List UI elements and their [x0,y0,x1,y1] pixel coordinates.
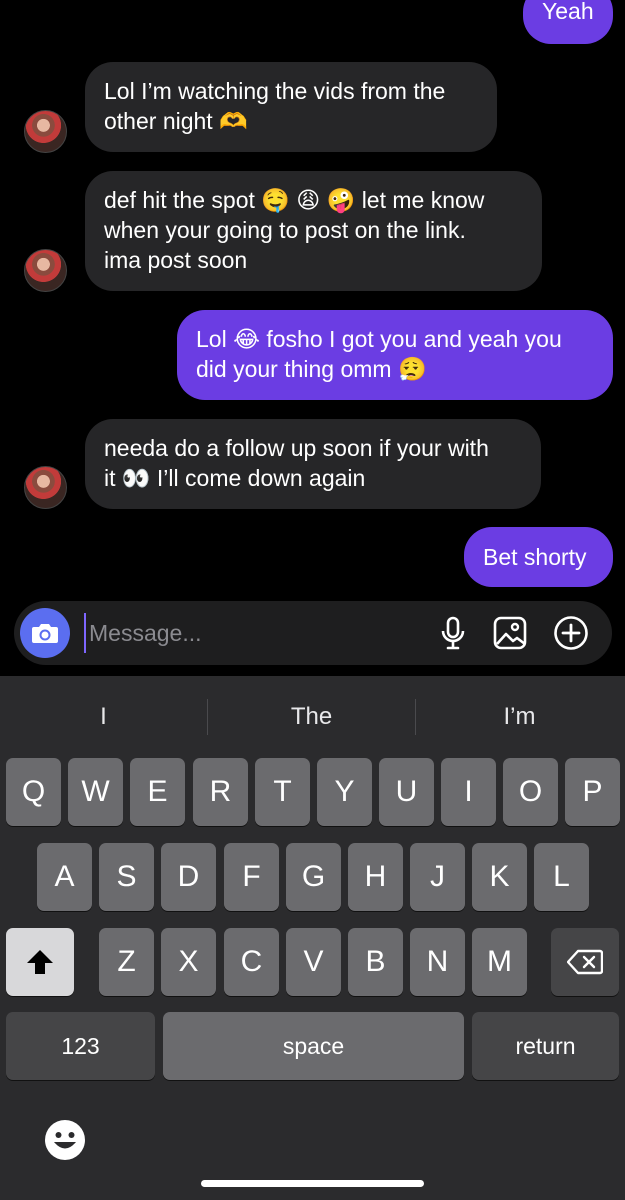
shift-icon [27,950,53,974]
predictive-bar: I The I’m [0,676,625,758]
key[interactable]: B [348,928,403,996]
key[interactable]: V [286,928,341,996]
key[interactable]: M [472,928,527,996]
message-line: ima post soon [104,247,248,273]
outgoing-message[interactable]: Lol 😂 fosho I got you and yeah you did y… [177,310,613,400]
gallery-button[interactable] [492,615,528,651]
plus-circle-icon [554,616,588,650]
suggestion[interactable]: I’m [416,676,623,758]
outgoing-message[interactable]: Yeah [523,0,613,44]
outgoing-message[interactable]: Bet shorty [464,527,613,587]
key[interactable]: Y [317,758,372,826]
emoji-button[interactable] [44,1119,86,1161]
key[interactable]: P [565,758,620,826]
avatar[interactable] [24,249,67,292]
key[interactable]: H [348,843,403,911]
microphone-icon [441,616,465,650]
message-line: it 👀 I’ll come down again [104,465,366,491]
key[interactable]: L [534,843,589,911]
add-button[interactable] [553,615,589,651]
delete-key[interactable] [551,928,619,996]
key[interactable]: J [410,843,465,911]
shift-key[interactable] [6,928,74,996]
key[interactable]: N [410,928,465,996]
key[interactable]: I [441,758,496,826]
key[interactable]: S [99,843,154,911]
incoming-message[interactable]: def hit the spot 🤤 😩 🤪 let me know when … [85,171,542,291]
key[interactable]: A [37,843,92,911]
key[interactable]: G [286,843,341,911]
space-key[interactable]: space [163,1012,464,1080]
key[interactable]: R [193,758,248,826]
camera-button[interactable] [20,608,70,658]
emoji-icon [45,1120,85,1160]
camera-icon [32,624,58,643]
message-input[interactable] [84,613,419,653]
key[interactable]: T [255,758,310,826]
key[interactable]: Q [6,758,61,826]
numbers-key[interactable]: 123 [6,1012,155,1080]
message-line: def hit the spot 🤤 😩 🤪 let me know [104,187,485,213]
message-line: Lol 😂 fosho I got you and yeah you [196,326,562,352]
chat-thread: Yeah Lol I’m watching the vids from the … [0,0,625,676]
message-line: other night 🫶 [104,108,248,134]
message-text: Bet shorty [483,544,587,570]
key[interactable]: U [379,758,434,826]
message-line: when your going to post on the link. [104,217,466,243]
message-line: did your thing omm 😮‍💨 [196,356,427,382]
microphone-button[interactable] [435,615,471,651]
key[interactable]: O [503,758,558,826]
home-indicator[interactable] [201,1180,424,1187]
message-composer [14,601,612,665]
return-key[interactable]: return [472,1012,619,1080]
avatar[interactable] [24,110,67,153]
key[interactable]: Z [99,928,154,996]
key[interactable]: K [472,843,527,911]
avatar[interactable] [24,466,67,509]
message-text: Yeah [542,0,594,24]
keyboard: I The I’m Q W E R T Y U I O P A S D F G … [0,676,625,1200]
suggestion[interactable]: The [208,676,415,758]
image-icon [493,616,527,650]
key[interactable]: X [161,928,216,996]
message-line: Lol I’m watching the vids from the [104,78,446,104]
incoming-message[interactable]: Lol I’m watching the vids from the other… [85,62,497,152]
key[interactable]: F [224,843,279,911]
incoming-message[interactable]: needa do a follow up soon if your with i… [85,419,541,509]
backspace-icon [567,949,603,975]
suggestion[interactable]: I [0,676,207,758]
key[interactable]: E [130,758,185,826]
key[interactable]: D [161,843,216,911]
message-line: needa do a follow up soon if your with [104,435,489,461]
key[interactable]: W [68,758,123,826]
key[interactable]: C [224,928,279,996]
